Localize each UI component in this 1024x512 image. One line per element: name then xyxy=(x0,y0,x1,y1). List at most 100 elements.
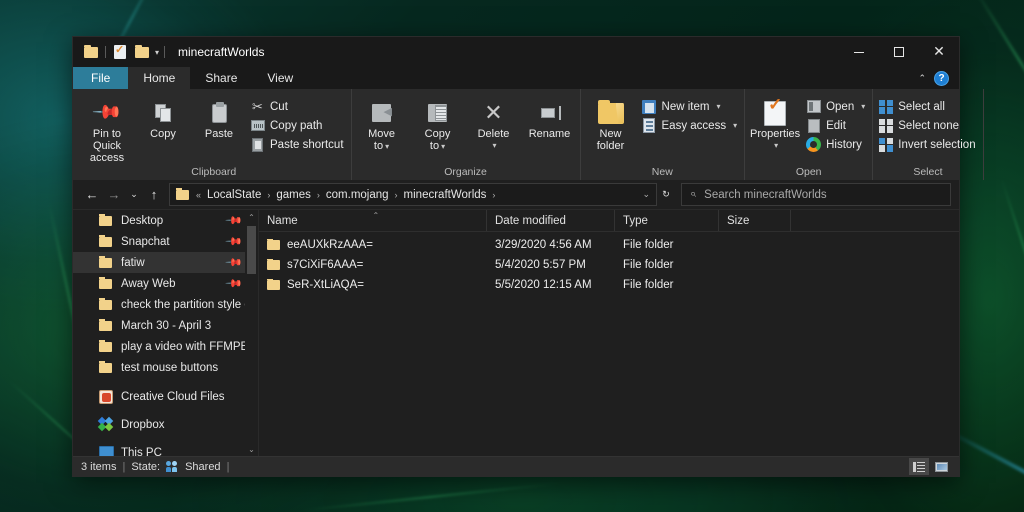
sidebar-item-creative-cloud-files[interactable]: Creative Cloud Files xyxy=(73,386,258,407)
folder-icon xyxy=(267,279,280,290)
chevron-down-icon[interactable]: ▾ xyxy=(774,140,778,152)
sidebar-item-label: This PC xyxy=(121,446,162,457)
column-header-size[interactable]: Size xyxy=(719,210,791,231)
cut-button[interactable]: ✂ Cut xyxy=(247,97,349,116)
easy-access-button[interactable]: Easy access ▾ xyxy=(639,116,743,135)
ribbon-group-organize: Move to▾ Copy to▾ ✕ Delete ▾ Rename xyxy=(352,89,581,180)
forward-button[interactable]: → xyxy=(103,183,125,207)
row-type-cell: File folder xyxy=(623,279,674,291)
sidebar-item-play-a-video-with-ffmpeg[interactable]: play a video with FFMPEG xyxy=(73,336,258,357)
tab-home[interactable]: Home xyxy=(128,67,191,89)
open-button[interactable]: Open ▾ xyxy=(803,97,870,116)
select-none-button[interactable]: Select none xyxy=(875,116,980,135)
sidebar-item-test-mouse-buttons[interactable]: test mouse buttons xyxy=(73,357,258,378)
column-header-type[interactable]: Type xyxy=(615,210,719,231)
pin-icon[interactable]: 📌 xyxy=(225,211,244,230)
delete-button[interactable]: ✕ Delete ▾ xyxy=(466,94,522,152)
breadcrumb-separator-icon[interactable]: › xyxy=(315,190,322,200)
pin-icon[interactable]: 📌 xyxy=(225,274,244,293)
address-bar[interactable]: « LocalState › games › com.mojang › mine… xyxy=(169,183,657,206)
paste-shortcut-label: Paste shortcut xyxy=(270,138,344,151)
sidebar-item-desktop[interactable]: Desktop 📌 xyxy=(73,210,258,231)
column-header-date-modified[interactable]: Date modified xyxy=(487,210,615,231)
pin-to-quick-access-button[interactable]: 📌 Pin to Quick access xyxy=(79,94,135,164)
column-header-name[interactable]: Name ⌃ xyxy=(259,210,487,231)
scroll-up-icon[interactable]: ⌃ xyxy=(248,210,255,224)
move-to-button[interactable]: Move to▾ xyxy=(354,94,410,153)
copy-path-button[interactable]: Copy path xyxy=(247,116,349,135)
refresh-button[interactable]: ↻ xyxy=(657,183,675,207)
breadcrumb-localstate[interactable]: LocalState xyxy=(203,189,265,201)
pin-icon[interactable]: 📌 xyxy=(225,232,244,251)
sidebar-item-away-web[interactable]: Away Web 📌 xyxy=(73,273,258,294)
close-button[interactable]: ✕ xyxy=(919,37,959,67)
details-view-button[interactable] xyxy=(909,458,929,475)
qat-folder-icon[interactable] xyxy=(80,37,102,67)
chevron-down-icon[interactable]: ▾ xyxy=(733,121,737,130)
table-row[interactable]: SeR-XtLiAQA= 5/5/2020 12:15 AM File fold… xyxy=(259,275,959,295)
tab-view[interactable]: View xyxy=(252,67,308,89)
sidebar-item-check-the-partition-style-of[interactable]: check the partition style of xyxy=(73,294,258,315)
edit-button[interactable]: Edit xyxy=(803,116,870,135)
column-header-row: Name ⌃ Date modified Type Size xyxy=(259,210,959,232)
paste-button[interactable]: Paste xyxy=(191,94,247,140)
sidebar-item-label: test mouse buttons xyxy=(121,361,219,374)
minimize-button[interactable] xyxy=(839,37,879,67)
sidebar-item-snapchat[interactable]: Snapchat 📌 xyxy=(73,231,258,252)
folder-icon xyxy=(99,276,114,291)
maximize-button[interactable] xyxy=(879,37,919,67)
sidebar-item-dropbox[interactable]: Dropbox xyxy=(73,414,258,435)
back-button[interactable]: ← xyxy=(81,183,103,207)
search-box[interactable]: ⌕ Search minecraftWorlds xyxy=(681,183,951,206)
table-row[interactable]: eeAUXkRzAAA= 3/29/2020 4:56 AM File fold… xyxy=(259,235,959,255)
invert-selection-button[interactable]: Invert selection xyxy=(875,135,980,154)
recent-locations-button[interactable]: ⌄ xyxy=(125,183,143,207)
chevron-down-icon[interactable]: ▾ xyxy=(716,102,720,111)
breadcrumb-separator-icon[interactable]: › xyxy=(490,190,497,200)
paste-shortcut-button[interactable]: Paste shortcut xyxy=(247,135,349,154)
collapse-ribbon-icon[interactable]: ⌃ xyxy=(918,73,926,84)
chevron-down-icon[interactable]: ▾ xyxy=(493,140,497,152)
history-button[interactable]: History xyxy=(803,135,870,154)
copy-icon xyxy=(154,98,172,128)
qat-properties-icon[interactable] xyxy=(109,37,131,67)
select-all-label: Select all xyxy=(898,100,945,113)
up-button[interactable]: ↑ xyxy=(143,183,165,207)
column-header-empty xyxy=(791,210,959,231)
breadcrumb-overflow-icon[interactable]: « xyxy=(194,190,203,200)
breadcrumb-com-mojang[interactable]: com.mojang xyxy=(322,189,393,201)
sidebar-item-fatiw[interactable]: fatiw 📌 xyxy=(73,252,258,273)
tab-share[interactable]: Share xyxy=(190,67,252,89)
table-row[interactable]: s7CiXiF6AAA= 5/4/2020 5:57 PM File folde… xyxy=(259,255,959,275)
sidebar-item-march-30-april-3[interactable]: March 30 - April 3 xyxy=(73,315,258,336)
scrollbar-thumb[interactable] xyxy=(247,226,256,274)
file-explorer-window: ▾ minecraftWorlds ✕ File Home Share View… xyxy=(72,36,984,477)
rename-button[interactable]: Rename xyxy=(522,94,578,140)
chevron-down-icon[interactable]: ▾ xyxy=(385,142,389,151)
scroll-down-icon[interactable]: ⌄ xyxy=(248,442,255,456)
sidebar-scrollbar[interactable]: ⌃ ⌄ xyxy=(245,210,258,456)
breadcrumb-games[interactable]: games xyxy=(272,189,315,201)
select-all-button[interactable]: Select all xyxy=(875,97,980,116)
sidebar-item-this-pc[interactable]: This PC xyxy=(73,442,258,456)
pin-icon[interactable]: 📌 xyxy=(225,253,244,272)
move-to-label-line2: to ▾ xyxy=(373,140,390,152)
breadcrumb-minecraftworlds[interactable]: minecraftWorlds xyxy=(400,189,491,201)
copy-button[interactable]: Copy xyxy=(135,94,191,140)
properties-button[interactable]: Properties ▾ xyxy=(747,94,803,152)
breadcrumb-separator-icon[interactable]: › xyxy=(265,190,272,200)
open-small-commands: Open ▾ Edit History xyxy=(803,94,870,154)
chevron-down-icon[interactable]: ▾ xyxy=(861,102,865,111)
qat-new-folder-icon[interactable] xyxy=(131,37,153,67)
qat-customize-caret-icon[interactable]: ▾ xyxy=(153,48,161,57)
new-item-button[interactable]: New item ▾ xyxy=(639,97,743,116)
chevron-down-icon[interactable]: ▾ xyxy=(441,142,445,151)
tab-file[interactable]: File xyxy=(73,67,129,89)
large-icons-view-button[interactable] xyxy=(931,458,951,475)
new-folder-button[interactable]: New folder xyxy=(583,94,639,152)
copy-to-button[interactable]: Copy to ▾ xyxy=(410,94,466,153)
address-history-dropdown-icon[interactable]: ⌄ xyxy=(640,189,652,200)
help-icon[interactable]: ? xyxy=(934,70,949,86)
state-value: Shared xyxy=(185,460,221,473)
breadcrumb-separator-icon[interactable]: › xyxy=(393,190,400,200)
